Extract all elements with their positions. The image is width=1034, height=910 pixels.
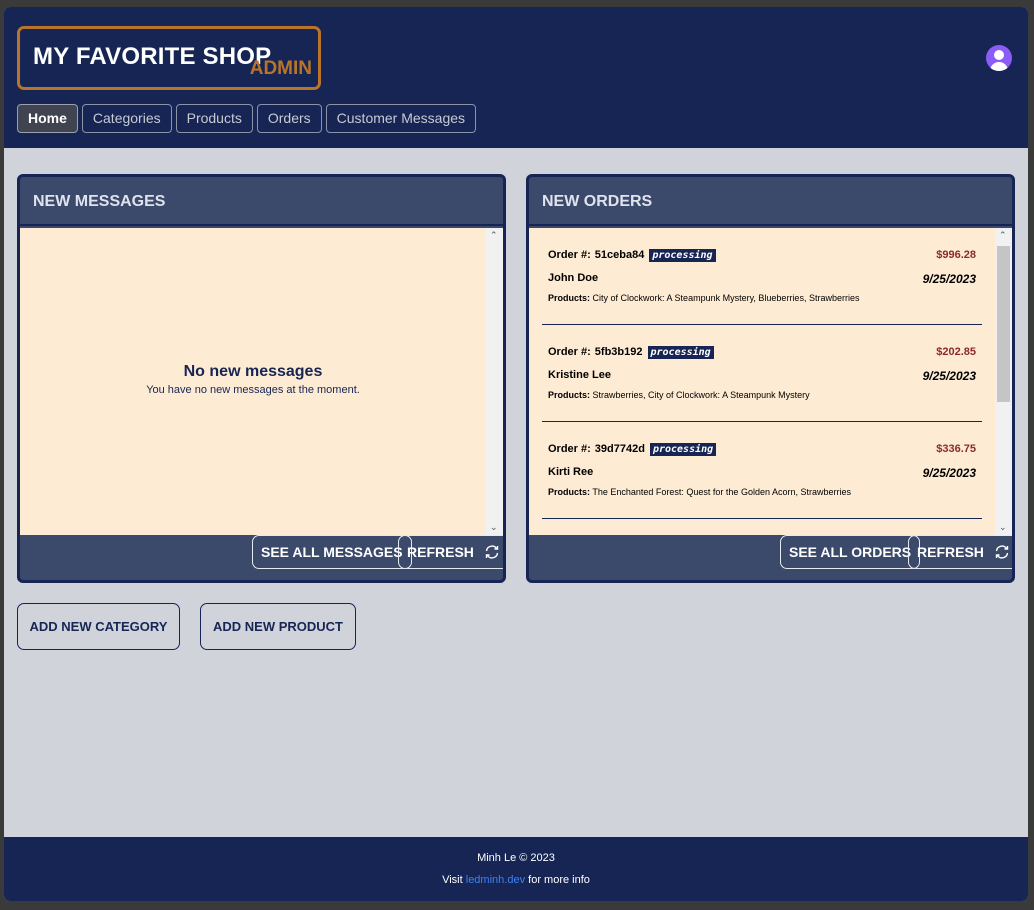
order-price: $202.85 (936, 346, 976, 358)
order-label: Order #: (548, 249, 591, 261)
refresh-label: REFRESH (407, 544, 474, 560)
logo-subtitle: ADMIN (249, 58, 312, 79)
order-id: 39d7742d (594, 443, 645, 455)
refresh-label: REFRESH (917, 544, 984, 560)
order-date: 9/25/2023 (922, 272, 976, 286)
order-item[interactable]: Order #: 39d7742d processing $336.75 Kirti… (542, 422, 982, 519)
customer-name: John Doe (548, 272, 599, 284)
order-price: $336.75 (936, 443, 976, 455)
messages-panel-footer: SEE ALL MESSAGES REFRESH (20, 528, 503, 580)
shop-logo[interactable]: MY FAVORITE SHOP ADMIN (17, 26, 321, 90)
add-new-category-button[interactable]: ADD NEW CATEGORY (17, 603, 180, 650)
see-all-orders-button[interactable]: SEE ALL ORDERS (780, 535, 921, 569)
products-label: Products: (548, 390, 591, 400)
add-new-product-button[interactable]: ADD NEW PRODUCT (200, 603, 356, 650)
orders-scrollbar[interactable]: ⌃ ⌄ (995, 228, 1012, 535)
scroll-up-icon[interactable]: ⌃ (999, 230, 1007, 241)
order-label: Order #: (548, 443, 591, 455)
empty-state: No new messages You have no new messages… (20, 363, 486, 396)
logo-title: MY FAVORITE SHOP (33, 43, 272, 70)
products-label: Products: (548, 487, 591, 497)
tab-home[interactable]: Home (17, 104, 78, 133)
order-item[interactable]: Order #: 5fb3b192 processing $202.85 Krist… (542, 325, 982, 422)
refresh-icon (485, 545, 498, 559)
website-link[interactable]: ledminh.dev (466, 874, 525, 886)
order-products: City of Clockwork: A Steampunk Mystery, … (592, 293, 860, 303)
status-badge: processing (649, 443, 717, 456)
tab-products[interactable]: Products (175, 104, 253, 133)
customer-name: Kristine Lee (548, 369, 611, 381)
customer-name: Kirti Ree (548, 466, 594, 478)
empty-title: No new messages (183, 363, 323, 380)
messages-list[interactable]: No new messages You have no new messages… (20, 228, 503, 535)
visit-line: Visit ledminh.dev for more info (4, 874, 1028, 886)
refresh-icon (995, 545, 1008, 559)
visit-text: Visit (442, 874, 463, 886)
order-price: $996.28 (936, 249, 976, 261)
messages-scrollbar[interactable]: ⌃ ⌄ (486, 228, 503, 535)
status-badge: processing (647, 346, 714, 359)
empty-text: You have no new messages at the moment. (146, 384, 360, 396)
orders-panel-title: NEW ORDERS (529, 177, 1012, 226)
products-label: Products: (548, 293, 591, 303)
see-all-messages-button[interactable]: SEE ALL MESSAGES (252, 535, 412, 569)
messages-panel-title: NEW MESSAGES (20, 177, 503, 226)
order-label: Order #: (548, 346, 591, 358)
refresh-messages-button[interactable]: REFRESH (398, 535, 503, 569)
order-products: Strawberries, City of Clockwork: A Steam… (592, 390, 810, 400)
order-id: 51ceba84 (594, 249, 645, 261)
page-footer: Minh Le © 2023 Visit ledminh.dev for mor… (4, 837, 1028, 901)
order-item[interactable]: Order #: 51ceba84 processing $996.28 John … (542, 228, 982, 325)
order-date: 9/25/2023 (922, 466, 976, 480)
new-messages-panel: NEW MESSAGES No new messages You have no… (17, 174, 506, 583)
orders-panel-footer: SEE ALL ORDERS REFRESH (529, 528, 1012, 580)
tab-customer-messages[interactable]: Customer Messages (325, 104, 477, 133)
status-badge: processing (649, 249, 716, 262)
user-avatar-icon[interactable] (986, 45, 1012, 71)
order-date: 9/25/2023 (922, 369, 976, 383)
copyright-text: Minh Le © 2023 (477, 852, 555, 864)
order-products: The Enchanted Forest: Quest for the Gold… (592, 487, 851, 497)
new-orders-panel: NEW ORDERS Order #: 51ceba84 processing $9… (526, 174, 1015, 583)
refresh-orders-button[interactable]: REFRESH (908, 535, 1012, 569)
tab-orders[interactable]: Orders (256, 104, 322, 133)
app-window: MY FAVORITE SHOP ADMIN Home Categories P… (4, 7, 1028, 901)
scroll-thumb[interactable] (997, 246, 1010, 402)
main-nav: Home Categories Products Orders Customer… (17, 104, 477, 133)
scroll-up-icon[interactable]: ⌃ (490, 230, 498, 241)
order-id: 5fb3b192 (594, 346, 643, 358)
orders-list[interactable]: Order #: 51ceba84 processing $996.28 John … (529, 228, 1012, 535)
top-header: MY FAVORITE SHOP ADMIN Home Categories P… (4, 7, 1028, 148)
tab-categories[interactable]: Categories (81, 104, 172, 133)
more-info-text: for more info (528, 874, 590, 886)
